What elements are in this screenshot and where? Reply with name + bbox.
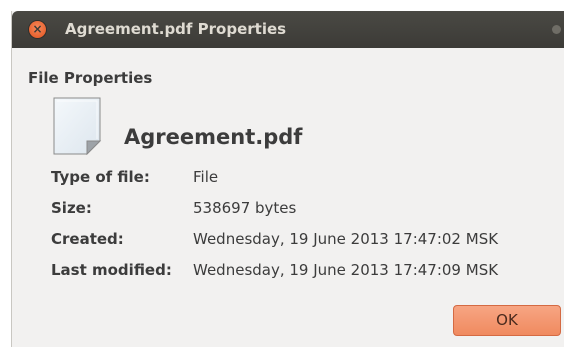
- file-name: Agreement.pdf: [124, 125, 303, 149]
- properties-dialog: × Agreement.pdf Properties File Properti…: [11, 11, 564, 347]
- size-value: 538697 bytes: [193, 199, 297, 217]
- close-button[interactable]: ×: [29, 21, 46, 38]
- section-header: File Properties: [28, 69, 153, 87]
- window-grip-icon: [552, 25, 561, 34]
- window-title: Agreement.pdf Properties: [65, 20, 287, 38]
- size-label: Size:: [51, 199, 92, 217]
- ok-button[interactable]: OK: [453, 305, 561, 336]
- type-label: Type of file:: [51, 168, 150, 186]
- title-bar[interactable]: × Agreement.pdf Properties: [12, 11, 564, 48]
- type-value: File: [193, 168, 219, 186]
- created-value: Wednesday, 19 June 2013 17:47:02 MSK: [193, 230, 499, 248]
- document-icon: [53, 97, 102, 155]
- close-icon[interactable]: ×: [29, 21, 46, 38]
- created-label: Created:: [51, 230, 124, 248]
- last-modified-value: Wednesday, 19 June 2013 17:47:09 MSK: [193, 261, 499, 279]
- last-modified-label: Last modified:: [51, 261, 172, 279]
